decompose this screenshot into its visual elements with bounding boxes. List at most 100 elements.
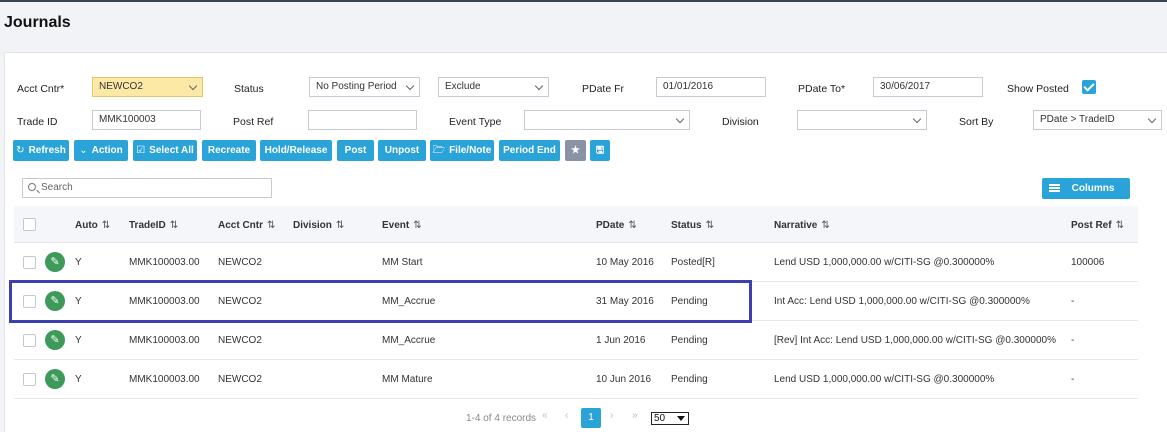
cell-event: MM_Accrue xyxy=(382,296,436,307)
refresh-button[interactable]: ↻ Refresh xyxy=(13,140,69,161)
edit-pencil-icon[interactable]: ✎ xyxy=(45,291,65,311)
header-auto[interactable]: Auto ⇅ xyxy=(75,220,110,231)
sort-icon: ⇅ xyxy=(169,220,179,231)
edit-pencil-icon[interactable]: ✎ xyxy=(45,252,65,272)
hold-release-button[interactable]: Hold/Release xyxy=(260,140,332,161)
sort-icon: ⇅ xyxy=(1115,220,1124,231)
action-button[interactable]: ⌄ Action xyxy=(74,140,128,161)
row-checkbox[interactable] xyxy=(23,256,36,269)
status-label: Status xyxy=(234,83,264,95)
cell-event: MM Mature xyxy=(382,374,433,385)
table-row[interactable]: ✎ Y MMK100003.00 NEWCO2 MM_Accrue 1 Jun … xyxy=(14,321,1138,360)
header-pdate[interactable]: PDate ⇅ xyxy=(596,220,637,231)
cell-status: Pending xyxy=(671,296,708,307)
folder-icon: 🗁 xyxy=(432,145,446,156)
next-page-icon[interactable]: › xyxy=(610,410,613,421)
header-event[interactable]: Event ⇅ xyxy=(382,220,422,231)
edit-pencil-icon[interactable]: ✎ xyxy=(45,369,65,389)
post-ref-input[interactable] xyxy=(308,110,417,130)
select-all-button[interactable]: ☑ Select All xyxy=(133,140,197,161)
row-checkbox[interactable] xyxy=(23,373,36,386)
cell-narrative: Lend USD 1,000,000.00 w/CITI-SG @0.30000… xyxy=(774,257,995,268)
table-header: Auto ⇅ TradeID ⇅ Acct Cntr ⇅ Division ⇅ Even… xyxy=(14,206,1138,243)
show-posted-label: Show Posted xyxy=(1007,83,1069,95)
status-select[interactable]: No Posting Period xyxy=(309,77,420,97)
cell-pdate: 1 Jun 2016 xyxy=(596,335,646,346)
select-all-checkbox[interactable] xyxy=(23,218,36,231)
header-division[interactable]: Division ⇅ xyxy=(293,220,344,231)
action-label: Action xyxy=(91,145,123,156)
row-checkbox[interactable] xyxy=(23,334,36,347)
cell-pdate: 31 May 2016 xyxy=(596,296,654,307)
sort-icon: ⇅ xyxy=(267,220,276,231)
search-input[interactable]: Search xyxy=(22,178,272,198)
show-posted-checkbox[interactable] xyxy=(1082,80,1096,94)
sort-icon: ⇅ xyxy=(628,220,637,231)
pdate-to-input[interactable]: 30/06/2017 xyxy=(873,77,983,97)
division-label: Division xyxy=(722,116,759,128)
page-size-value: 50 xyxy=(654,413,666,424)
table-row[interactable]: ✎ Y MMK100003.00 NEWCO2 MM Start 10 May … xyxy=(14,243,1138,282)
cell-event: MM Start xyxy=(382,257,423,268)
header-status[interactable]: Status ⇅ xyxy=(671,220,714,231)
header-post-ref[interactable]: Post Ref ⇅ xyxy=(1071,220,1124,231)
header-trade-id[interactable]: TradeID ⇅ xyxy=(129,220,178,231)
header-narrative[interactable]: Narrative ⇅ xyxy=(774,220,830,231)
top-border xyxy=(0,0,1167,2)
acct-cntr-select[interactable]: NEWCO2 xyxy=(92,77,203,97)
checkbox-icon: ☑ xyxy=(136,145,146,156)
header-acct-cntr[interactable]: Acct Cntr ⇅ xyxy=(218,220,275,231)
recreate-button[interactable]: Recreate xyxy=(202,140,256,161)
exclude-value: Exclude xyxy=(445,81,481,92)
list-icon xyxy=(1049,184,1060,192)
chevron-down-icon: ⌄ xyxy=(79,145,88,156)
prev-page-icon[interactable]: ‹ xyxy=(565,410,568,421)
chevron-down-icon xyxy=(405,81,415,91)
header-narrative-label: Narrative xyxy=(774,220,818,231)
cell-trade-id: MMK100003.00 xyxy=(129,374,200,385)
pdate-fr-label: PDate Fr xyxy=(582,83,625,95)
cell-auto: Y xyxy=(75,335,82,346)
cell-status: Posted[R] xyxy=(671,257,715,268)
header-division-label: Division xyxy=(293,220,332,231)
records-count: 1-4 of 4 records xyxy=(466,413,537,424)
exclude-select[interactable]: Exclude xyxy=(438,77,549,97)
search-icon xyxy=(28,183,36,191)
sort-icon: ⇅ xyxy=(101,220,111,231)
cell-narrative: [Rev] Int Acc: Lend USD 1,000,000.00 w/C… xyxy=(774,335,1056,346)
last-page-icon[interactable]: » xyxy=(632,410,638,421)
table-row[interactable]: ✎ Y MMK100003.00 NEWCO2 MM_Accrue 31 May… xyxy=(14,282,1138,321)
header-auto-label: Auto xyxy=(75,220,98,231)
sort-by-value: PDate > TradeID xyxy=(1040,114,1115,125)
cell-status: Pending xyxy=(671,374,708,385)
edit-pencil-icon[interactable]: ✎ xyxy=(45,330,65,350)
trade-id-input[interactable]: MMK100003 xyxy=(92,110,201,130)
save-button[interactable]: 🖫 xyxy=(590,140,610,161)
cell-pdate: 10 Jun 2016 xyxy=(596,374,652,385)
period-end-button[interactable]: Period End xyxy=(499,140,560,161)
columns-button[interactable]: Columns xyxy=(1042,178,1130,199)
cell-auto: Y xyxy=(75,257,82,268)
pdate-fr-input[interactable]: 01/01/2016 xyxy=(656,77,766,97)
unpost-button[interactable]: Unpost xyxy=(378,140,426,161)
file-note-button[interactable]: 🗁 File/Note xyxy=(430,140,494,161)
page-number-current[interactable]: 1 xyxy=(581,408,601,428)
event-type-select[interactable] xyxy=(524,110,690,130)
post-button[interactable]: Post xyxy=(337,140,374,161)
division-select[interactable] xyxy=(797,110,927,130)
sort-by-label: Sort By xyxy=(959,116,994,128)
chevron-down-icon xyxy=(188,81,198,91)
first-page-icon[interactable]: « xyxy=(542,410,548,421)
trade-id-label: Trade ID xyxy=(17,116,58,128)
favorite-button[interactable]: ★ xyxy=(565,140,586,161)
table-row[interactable]: ✎ Y MMK100003.00 NEWCO2 MM Mature 10 Jun… xyxy=(14,360,1138,399)
cell-post-ref: - xyxy=(1071,374,1075,385)
search-placeholder: Search xyxy=(41,182,73,193)
sort-by-select[interactable]: PDate > TradeID xyxy=(1033,110,1162,130)
row-checkbox[interactable] xyxy=(23,295,36,308)
page-size-select[interactable]: 50 xyxy=(651,412,689,425)
acct-cntr-label: Acct Cntr* xyxy=(17,83,65,95)
post-ref-label: Post Ref xyxy=(233,116,274,128)
chevron-down-icon xyxy=(912,114,922,124)
cell-narrative: Lend USD 1,000,000.00 w/CITI-SG @0.30000… xyxy=(774,374,995,385)
